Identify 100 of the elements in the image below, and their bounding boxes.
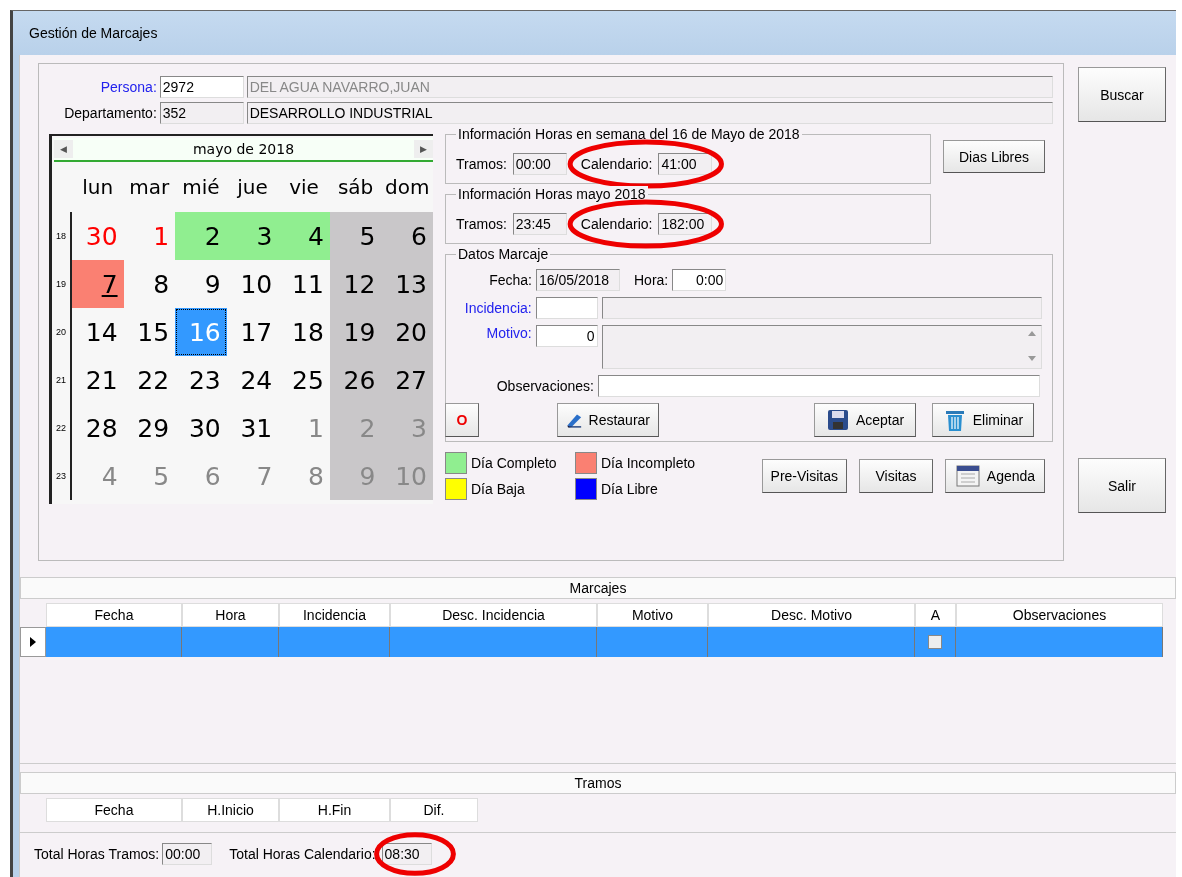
calendar-day[interactable]: 30 xyxy=(175,404,227,452)
save-button[interactable]: Aceptar xyxy=(814,403,916,437)
calendar-day[interactable]: 6 xyxy=(381,212,433,260)
window-title: Gestión de Marcajes xyxy=(29,25,158,41)
calendario-field[interactable]: 41:00 xyxy=(658,153,713,175)
agenda-button[interactable]: Agenda xyxy=(945,459,1045,493)
visits-button[interactable]: Pre-Visitas xyxy=(761,459,847,493)
column-header[interactable]: Fecha xyxy=(46,603,182,627)
table-cell[interactable] xyxy=(279,627,390,657)
calendar-day[interactable]: 29 xyxy=(123,404,176,452)
calendar-day[interactable]: 14 xyxy=(72,308,124,356)
reason-code-field[interactable]: 0 xyxy=(535,325,598,347)
weekday-label: vie xyxy=(288,175,320,199)
calendar-icon xyxy=(954,463,981,489)
table-cell[interactable] xyxy=(390,627,597,657)
tramos-field[interactable]: 23:45 xyxy=(512,213,567,235)
calendar-day[interactable]: 20 xyxy=(381,308,433,356)
column-header[interactable]: Incidencia xyxy=(279,603,390,627)
column-header[interactable]: Desc. Incidencia xyxy=(390,603,597,627)
calendar-day[interactable]: 22 xyxy=(123,356,176,404)
legend-label: Día Incompleto xyxy=(601,455,696,471)
column-header[interactable]: H.Inicio xyxy=(182,798,279,822)
calendario-field[interactable]: 182:00 xyxy=(658,213,713,235)
column-header[interactable]: Motivo xyxy=(597,603,708,627)
calendar-day[interactable]: 23 xyxy=(175,356,227,404)
exit-button[interactable]: Salir xyxy=(1078,458,1166,513)
calendar-day[interactable]: 5 xyxy=(329,212,382,260)
incidence-description-field[interactable] xyxy=(601,297,1042,319)
department-label: Departamento: xyxy=(63,105,157,121)
checkbox[interactable] xyxy=(928,635,942,649)
name-field[interactable]: DESARROLLO INDUSTRIAL xyxy=(246,102,1053,124)
calendar-day[interactable]: 3 xyxy=(226,212,279,260)
time-field[interactable]: 0:00 xyxy=(672,269,727,291)
legend-label: Día Libre xyxy=(601,481,658,497)
calendar-day[interactable]: 18 xyxy=(278,308,330,356)
calendar-day[interactable]: 28 xyxy=(72,404,124,452)
total-calendar-field[interactable]: 08:30 xyxy=(381,843,432,865)
column-header[interactable]: Hora xyxy=(182,603,279,627)
calendar-day[interactable]: 21 xyxy=(72,356,124,404)
calendar-day[interactable]: 26 xyxy=(329,356,382,404)
column-header[interactable]: A xyxy=(915,603,956,627)
persona-link[interactable]: Persona: xyxy=(49,79,157,95)
column-header[interactable]: H.Fin xyxy=(279,798,390,822)
month-title: mayo de 2018 xyxy=(192,141,295,157)
calendar-day[interactable]: 24 xyxy=(226,356,279,404)
calendar-day[interactable]: 7 xyxy=(72,260,124,308)
restore-button[interactable]: Restaurar xyxy=(557,403,659,437)
reason-description-field[interactable] xyxy=(601,325,1042,369)
week-number: 18 xyxy=(52,212,72,260)
calendar-day[interactable]: 10 xyxy=(226,260,279,308)
calendar-day[interactable]: 13 xyxy=(381,260,433,308)
delete-button[interactable]: Eliminar xyxy=(932,403,1034,437)
time-label: Hora: xyxy=(634,272,669,288)
calendar-day[interactable]: 12 xyxy=(329,260,382,308)
date-label: Fecha: xyxy=(488,272,532,288)
free-days-button[interactable]: Dias Libres xyxy=(943,140,1045,173)
calendar-day[interactable]: 15 xyxy=(123,308,176,356)
incidence-code-field[interactable] xyxy=(535,297,598,319)
calendar-day[interactable]: 11 xyxy=(278,260,330,308)
calendar-day[interactable]: 1 xyxy=(123,212,176,260)
visits-button[interactable]: Visitas xyxy=(859,459,933,493)
table-cell[interactable] xyxy=(956,627,1163,657)
week-number: 22 xyxy=(52,404,72,452)
calendar-day[interactable]: 19 xyxy=(329,308,382,356)
week-number: 23 xyxy=(52,452,72,500)
calendar-day[interactable]: 31 xyxy=(226,404,279,452)
week-number: 20 xyxy=(52,308,72,356)
calendar-day[interactable]: 9 xyxy=(175,260,227,308)
legend-label: Día Completo xyxy=(471,455,557,471)
date-field[interactable]: 16/05/2018 xyxy=(536,269,620,291)
calendar-day[interactable]: 27 xyxy=(381,356,433,404)
tramos-label: Tramos: xyxy=(456,156,507,172)
calendar-day[interactable]: 8 xyxy=(123,260,176,308)
total-tramos-field[interactable]: 00:00 xyxy=(162,843,213,865)
next-month-button[interactable]: ▶ xyxy=(414,140,433,158)
reason-link[interactable]: Motivo: xyxy=(446,325,532,341)
calendario-label: Calendario: xyxy=(580,216,653,232)
table-cell[interactable] xyxy=(708,627,915,657)
code-field[interactable]: 2972 xyxy=(159,76,244,98)
column-header[interactable]: Dif. xyxy=(390,798,478,822)
table-cell[interactable] xyxy=(597,627,708,657)
search-button[interactable]: Buscar xyxy=(1078,67,1166,122)
calendar-day[interactable]: 2 xyxy=(175,212,227,260)
tramos-field[interactable]: 00:00 xyxy=(512,153,567,175)
calendar-day[interactable]: 30 xyxy=(72,212,124,260)
column-header[interactable]: Observaciones xyxy=(956,603,1163,627)
column-header[interactable]: Desc. Motivo xyxy=(708,603,915,627)
code-field[interactable]: 352 xyxy=(159,102,244,124)
column-header[interactable]: Fecha xyxy=(46,798,182,822)
incidence-link[interactable]: Incidencia: xyxy=(446,300,532,316)
table-cell[interactable] xyxy=(915,627,956,657)
o-button[interactable]: O xyxy=(445,403,479,437)
calendar-day[interactable]: 4 xyxy=(278,212,330,260)
group-title: Información Horas en semana del 16 de Mayo de 2018 xyxy=(456,126,802,142)
calendar-day[interactable]: 17 xyxy=(226,308,279,356)
previous-month-button[interactable]: ◀ xyxy=(54,140,73,158)
table-cell[interactable] xyxy=(46,627,182,657)
table-cell[interactable] xyxy=(182,627,279,657)
observations-field[interactable] xyxy=(598,375,1040,397)
calendar-day[interactable]: 25 xyxy=(278,356,330,404)
